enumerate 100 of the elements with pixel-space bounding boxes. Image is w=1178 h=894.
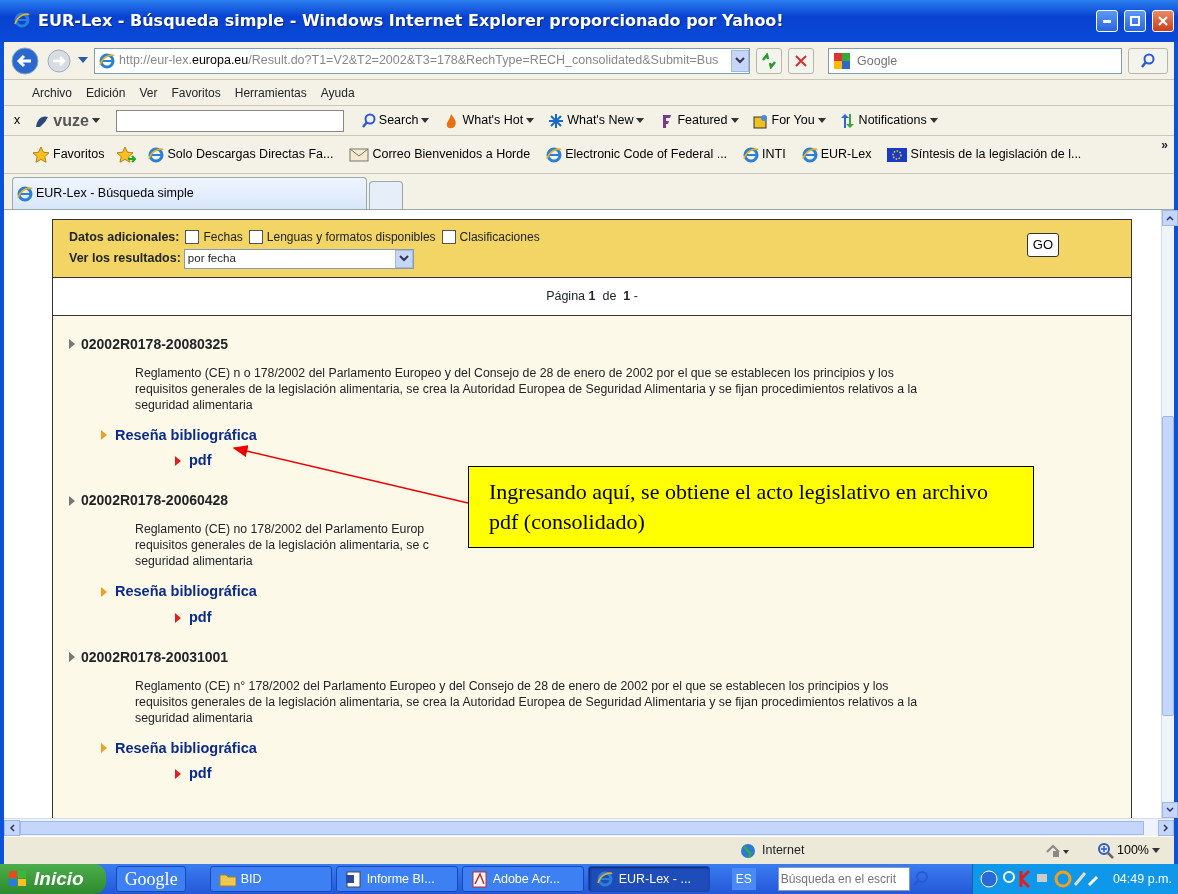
pagination-text: Página 1 de 1 - bbox=[53, 277, 1131, 316]
taskbar-button[interactable]: BID bbox=[209, 866, 332, 892]
toolbar-menu-button[interactable]: Search bbox=[355, 111, 434, 130]
zoom-button[interactable]: 100% bbox=[1094, 841, 1164, 860]
browser-page-icon bbox=[546, 146, 563, 163]
favorites-button[interactable]: Favoritos bbox=[28, 145, 109, 164]
more-links-button[interactable]: » bbox=[1161, 136, 1168, 154]
description-line: requisitos generales de la legislación alimentaria, se crea la Autoridad Europea de Seguridad Alimentaria y se fijan procedimientos relativos a la bbox=[135, 693, 917, 710]
refresh-button[interactable] bbox=[756, 47, 782, 74]
snowflake-icon bbox=[548, 112, 565, 129]
menu-item[interactable]: Edición bbox=[86, 83, 126, 102]
menu-item[interactable]: Archivo bbox=[32, 83, 72, 102]
add-favorite-icon[interactable] bbox=[116, 145, 137, 164]
bibliography-link[interactable]: Reseña bibliográfica bbox=[115, 424, 257, 447]
caret-icon bbox=[636, 117, 645, 124]
sort-dropdown[interactable]: por fecha bbox=[183, 248, 414, 269]
taskbar-button[interactable]: Informe BI... bbox=[335, 866, 458, 892]
toolbar-menu-button[interactable]: For You bbox=[748, 111, 830, 130]
address-bar[interactable]: http://eur-lex.europa.eu/Result.do?T1=V2&T2=2002&T3=178&RechType=RECH_consolidated&Submit=Bus bbox=[94, 47, 750, 74]
callout-note: Ingresando aquí, se obtiene el acto legislativo en archivo pdf (consolidado) bbox=[468, 466, 1034, 548]
chevron-up-icon bbox=[1166, 215, 1174, 221]
favorite-link[interactable]: Electronic Code of Federal ... bbox=[542, 145, 732, 164]
description-line: requisitos generales de la legislación alimentaria, se crea la Autoridad Europea de Seguridad Alimentaria y se fijan procedimientos relativos a la bbox=[135, 380, 917, 397]
triangle-icon bbox=[101, 586, 107, 597]
favorite-link[interactable]: Solo Descargas Directas Fa... bbox=[144, 145, 338, 164]
desktop-search-field[interactable]: Búsqueda en el escrit bbox=[777, 867, 910, 891]
search-field[interactable]: Google bbox=[828, 47, 1122, 74]
triangle-icon bbox=[69, 339, 75, 349]
chevron-left-icon bbox=[9, 823, 15, 832]
document-id: 02002R0178-20031001 bbox=[81, 647, 229, 667]
description-line: seguridad alimentaria bbox=[135, 553, 253, 569]
options-label: Datos adicionales: bbox=[69, 230, 180, 244]
document-icon bbox=[470, 870, 488, 888]
triangle-icon bbox=[69, 495, 75, 506]
menu-item[interactable]: Ayuda bbox=[320, 83, 355, 102]
toolbar-menu-button[interactable]: Notifications bbox=[835, 111, 942, 130]
minimize-icon bbox=[1103, 19, 1111, 23]
caret-icon bbox=[421, 117, 430, 124]
document-id: 02002R0178-20080325 bbox=[81, 334, 229, 354]
checkbox-label: Lenguas y formatos disponibles bbox=[266, 230, 436, 244]
toolbar-menu-button[interactable]: Featured bbox=[654, 111, 743, 130]
menu-item[interactable]: Favoritos bbox=[171, 83, 221, 102]
history-dropdown-icon[interactable] bbox=[78, 56, 88, 65]
taskbar-button[interactable]: EUR-Lex - ... bbox=[587, 866, 710, 892]
envelope-icon bbox=[349, 147, 370, 162]
triangle-icon bbox=[69, 652, 75, 662]
toolbar-brand-button[interactable]: vuze bbox=[30, 108, 104, 133]
checkbox-label: Clasificaciones bbox=[459, 230, 540, 244]
description-line: Reglamento (CE) n° 178/2002 del Parlamento Europeo y del Consejo de 28 de enero de 2002 por el que se establecen los principios y los bbox=[135, 677, 889, 694]
pdf-link[interactable]: pdf bbox=[189, 763, 212, 785]
browser-page-icon bbox=[743, 146, 760, 163]
close-icon bbox=[795, 54, 807, 67]
horizontal-scrollbar[interactable] bbox=[4, 818, 1174, 836]
close-toolbar-button[interactable]: x bbox=[10, 111, 25, 130]
triangle-icon bbox=[101, 743, 107, 754]
toolbar-menu-button[interactable]: What's New bbox=[544, 111, 649, 130]
checkbox[interactable] bbox=[248, 230, 263, 244]
document-id: 02002R0178-20060428 bbox=[81, 491, 229, 510]
browser-tab[interactable]: EUR-Lex - Búsqueda simple bbox=[12, 177, 367, 209]
caret-icon bbox=[526, 117, 535, 124]
favorite-link[interactable]: INTI bbox=[739, 145, 790, 164]
favorite-link[interactable]: EUR-Lex bbox=[797, 145, 876, 164]
stop-button[interactable] bbox=[788, 47, 814, 74]
close-button[interactable] bbox=[1152, 10, 1174, 32]
arrows-icon bbox=[839, 112, 856, 129]
triangle-icon bbox=[175, 612, 181, 623]
minimize-button[interactable] bbox=[1096, 10, 1118, 32]
back-button[interactable] bbox=[10, 45, 40, 76]
star-icon bbox=[32, 145, 50, 164]
browser-page-icon bbox=[148, 146, 165, 163]
favorite-link[interactable]: Correo Bienvenidos a Horde bbox=[345, 145, 535, 164]
search-button[interactable] bbox=[1128, 47, 1168, 74]
maximize-button[interactable] bbox=[1124, 10, 1146, 32]
triangle-icon bbox=[175, 456, 181, 467]
checkbox[interactable] bbox=[441, 230, 456, 244]
description-line: Reglamento (CE) no 178/2002 del Parlamento Europ bbox=[135, 521, 425, 537]
triangle-icon bbox=[101, 430, 107, 441]
refresh-icon bbox=[761, 52, 777, 69]
google-toolbar-button[interactable]: Google bbox=[115, 866, 186, 892]
maximize-icon bbox=[1130, 16, 1140, 26]
pdf-link[interactable]: pdf bbox=[189, 606, 212, 629]
checkbox[interactable] bbox=[185, 230, 200, 244]
globe-icon bbox=[740, 842, 756, 859]
toolbar-menu-button[interactable]: What's Hot bbox=[439, 111, 539, 130]
window-title: EUR-Lex - Búsqueda simple - Windows Internet Explorer proporcionado por Yahoo! bbox=[38, 10, 785, 32]
toolbar-search-field[interactable] bbox=[115, 109, 344, 132]
bibliography-link[interactable]: Reseña bibliográfica bbox=[115, 581, 257, 603]
menu-item[interactable]: Ver bbox=[139, 83, 158, 102]
caret-icon bbox=[91, 117, 100, 124]
checkbox-label: Fechas bbox=[203, 230, 243, 244]
taskbar-button[interactable]: Adobe Acr... bbox=[461, 866, 584, 892]
bibliography-link[interactable]: Reseña bibliográfica bbox=[115, 737, 257, 760]
menu-item[interactable]: Herramientas bbox=[234, 83, 307, 102]
favorite-link[interactable]: Síntesis de la legislación de l... bbox=[883, 145, 1086, 164]
go-button[interactable]: GO bbox=[1026, 233, 1059, 257]
browser-page-icon bbox=[99, 52, 115, 69]
description-line: seguridad alimentaria bbox=[135, 396, 253, 413]
protected-mode-icon[interactable] bbox=[1046, 843, 1070, 858]
pdf-link[interactable]: pdf bbox=[189, 450, 212, 472]
caret-icon bbox=[1152, 847, 1160, 854]
